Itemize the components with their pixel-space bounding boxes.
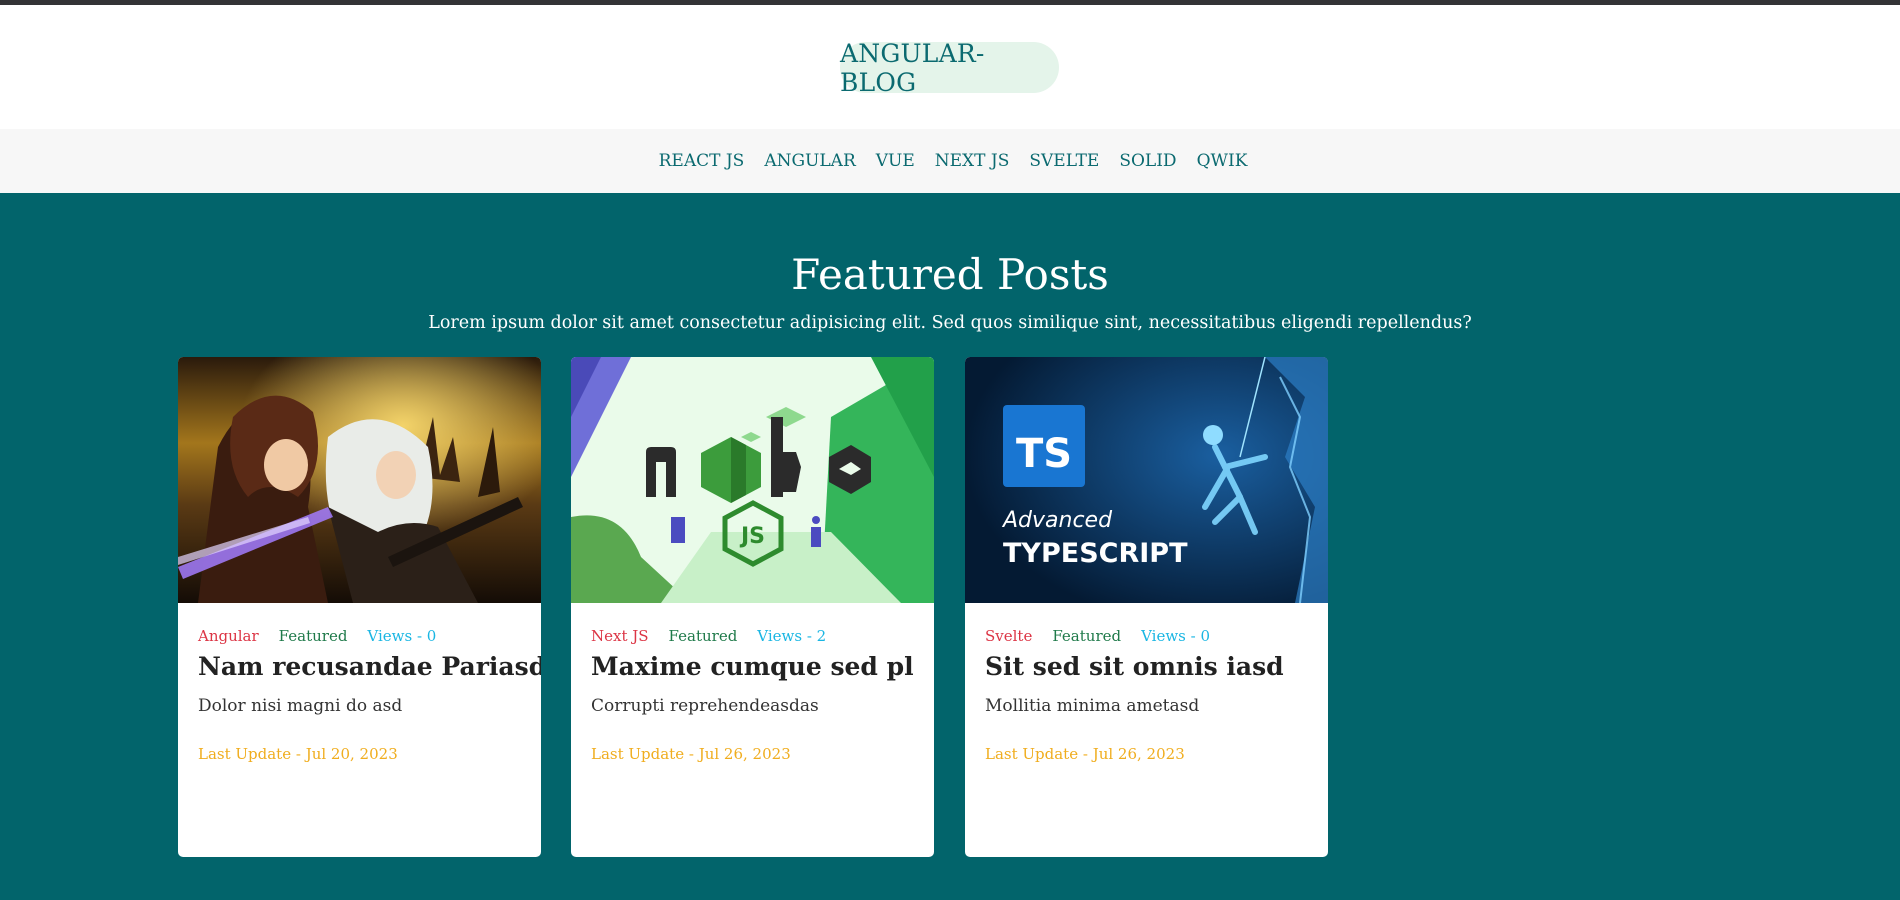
post-views: Views - 0	[1141, 627, 1211, 645]
post-description: Mollitia minima ametasd	[985, 696, 1200, 716]
main-nav: REACT JS ANGULAR VUE NEXT JS SVELTE SOLI…	[0, 129, 1900, 193]
post-description: Corrupti reprehendeasdas	[591, 696, 819, 716]
post-featured-tag: Featured	[278, 627, 348, 645]
post-card[interactable]: TS Advanced TYPESCRIPT Svelte Featured V…	[965, 357, 1328, 857]
post-views: Views - 0	[367, 627, 437, 645]
featured-posts-subtitle: Lorem ipsum dolor sit amet consectetur a…	[428, 313, 1472, 333]
post-meta: Angular Featured Views - 0	[198, 627, 436, 645]
nodejs-badge-text: JS	[739, 524, 765, 549]
brand-logo-link[interactable]: ANGULAR-BLOG	[840, 39, 1059, 97]
nav-item-vue[interactable]: VUE	[876, 151, 915, 171]
advanced-text: Advanced	[1001, 508, 1113, 533]
post-last-update: Last Update - Jul 26, 2023	[591, 745, 791, 763]
post-category[interactable]: Angular	[198, 627, 259, 645]
typescript-text: TYPESCRIPT	[1003, 538, 1188, 569]
post-meta: Svelte Featured Views - 0	[985, 627, 1210, 645]
nav-item-next-js[interactable]: NEXT JS	[935, 151, 1010, 171]
nav-item-svelte[interactable]: SVELTE	[1029, 151, 1099, 171]
post-card[interactable]: Angular Featured Views - 0 Nam recusanda…	[178, 357, 541, 857]
nav-item-qwik[interactable]: QWIK	[1197, 151, 1248, 171]
ts-badge-text: TS	[1016, 431, 1072, 477]
post-meta: Next JS Featured Views - 2	[591, 627, 826, 645]
nav-item-solid[interactable]: SOLID	[1119, 151, 1176, 171]
post-card[interactable]: JS Next JS Featured Views - 2 Maxime cum…	[571, 357, 934, 857]
post-image-anime-artwork[interactable]	[178, 357, 541, 603]
post-views: Views - 2	[757, 627, 827, 645]
featured-posts-heading: Featured Posts	[791, 250, 1109, 299]
post-title[interactable]: Nam recusandae Pariasd	[198, 652, 541, 681]
post-title[interactable]: Maxime cumque sed pl	[591, 652, 914, 681]
post-featured-tag: Featured	[1052, 627, 1122, 645]
post-category[interactable]: Next JS	[591, 627, 649, 645]
post-image-typescript-illustration[interactable]: TS Advanced TYPESCRIPT	[965, 357, 1328, 603]
nav-item-react-js[interactable]: REACT JS	[659, 151, 745, 171]
post-image-nodejs-logo[interactable]: JS	[571, 357, 934, 603]
post-last-update: Last Update - Jul 26, 2023	[985, 745, 1185, 763]
post-featured-tag: Featured	[668, 627, 738, 645]
post-description: Dolor nisi magni do asd	[198, 696, 403, 716]
post-title[interactable]: Sit sed sit omnis iasd	[985, 652, 1284, 681]
post-last-update: Last Update - Jul 20, 2023	[198, 745, 398, 763]
nav-item-angular[interactable]: ANGULAR	[764, 151, 855, 171]
post-category[interactable]: Svelte	[985, 627, 1032, 645]
site-header: ANGULAR-BLOG	[0, 5, 1900, 129]
